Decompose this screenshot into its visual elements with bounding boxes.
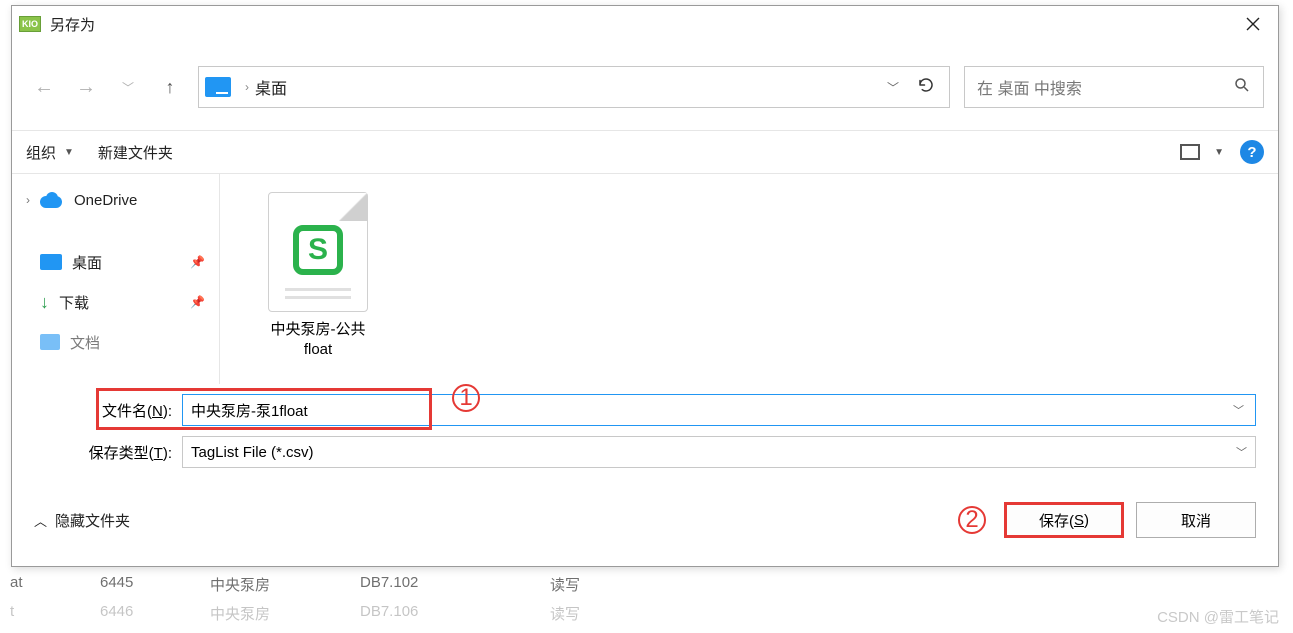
- save-as-dialog: KIO 另存为 ← → ﹀ ↑ › 桌面 ﹀ 在 桌面 中搜索 组织: [11, 5, 1279, 567]
- expand-icon[interactable]: ›: [26, 193, 40, 207]
- chevron-down-icon[interactable]: ﹀: [1233, 402, 1244, 418]
- new-folder-label: 新建文件夹: [98, 142, 173, 163]
- sidebar-item-desktop[interactable]: 桌面 📌: [12, 242, 219, 282]
- cell: 读写: [550, 603, 610, 624]
- cell: at: [10, 574, 50, 595]
- organize-label: 组织: [26, 142, 56, 163]
- download-icon: ↓: [40, 292, 49, 313]
- annotation-1: 1: [452, 384, 480, 412]
- breadcrumb-location[interactable]: 桌面: [255, 75, 287, 99]
- onedrive-icon: [40, 192, 64, 208]
- sidebar-item-onedrive[interactable]: › OneDrive: [12, 180, 219, 220]
- sidebar-label: 下载: [59, 292, 89, 313]
- desktop-icon: [40, 254, 62, 270]
- table-row: t 6446 中央泵房 DB7.106 读写: [0, 599, 1293, 628]
- filetype-label: 保存类型(T):: [82, 442, 182, 463]
- refresh-icon: [917, 76, 935, 94]
- cell: 中央泵房: [210, 603, 310, 624]
- filename-input[interactable]: [182, 394, 1256, 426]
- cell: DB7.106: [360, 603, 500, 624]
- cancel-label: 取消: [1181, 510, 1211, 531]
- hide-folders-label: 隐藏文件夹: [55, 510, 130, 531]
- search-placeholder: 在 桌面 中搜索: [977, 75, 1082, 99]
- up-button[interactable]: ↑: [152, 69, 188, 105]
- pin-icon: 📌: [190, 295, 205, 309]
- file-item[interactable]: S 中央泵房-公共 float: [248, 192, 388, 359]
- breadcrumb-sep: ›: [245, 80, 249, 94]
- hide-folders-button[interactable]: ︿ 隐藏文件夹: [34, 510, 130, 531]
- save-button[interactable]: 保存(S): [1004, 502, 1124, 538]
- form-area: 1 文件名(N): ﹀ 保存类型(T): TagList File (*.csv…: [12, 384, 1278, 484]
- cancel-button[interactable]: 取消: [1136, 502, 1256, 538]
- chevron-down-icon: ▼: [64, 147, 74, 158]
- new-folder-button[interactable]: 新建文件夹: [98, 142, 173, 163]
- forward-button[interactable]: →: [68, 69, 104, 105]
- cell: 6446: [100, 603, 160, 624]
- address-bar[interactable]: › 桌面 ﹀: [198, 66, 950, 108]
- recent-dropdown[interactable]: ﹀: [110, 69, 146, 105]
- desktop-icon: [205, 77, 231, 97]
- search-icon[interactable]: [1233, 76, 1251, 99]
- filetype-value: TagList File (*.csv): [191, 444, 314, 461]
- footer: ︿ 隐藏文件夹 2 保存(S) 取消: [12, 484, 1278, 544]
- filename-label: 文件名(N):: [82, 400, 182, 421]
- back-button[interactable]: ←: [26, 69, 62, 105]
- table-row: at 6445 中央泵房 DB7.102 读写: [0, 570, 1293, 599]
- body-area: › OneDrive 桌面 📌 ↓ 下载 📌 文档: [12, 174, 1278, 384]
- sidebar: › OneDrive 桌面 📌 ↓ 下载 📌 文档: [12, 174, 220, 384]
- view-mode-button[interactable]: ▼: [1180, 144, 1224, 160]
- file-list[interactable]: S 中央泵房-公共 float: [220, 174, 1278, 384]
- pin-icon: 📌: [190, 255, 205, 269]
- address-drop-icon[interactable]: ﹀: [877, 79, 909, 96]
- organize-menu[interactable]: 组织 ▼: [26, 142, 74, 163]
- nav-bar: ← → ﹀ ↑ › 桌面 ﹀ 在 桌面 中搜索: [12, 58, 1278, 116]
- app-icon: KIO: [18, 14, 42, 34]
- sidebar-label: 文档: [70, 332, 100, 353]
- cell: 读写: [550, 574, 610, 595]
- annotation-2: 2: [958, 506, 986, 534]
- background-table: at 6445 中央泵房 DB7.102 读写 t 6446 中央泵房 DB7.…: [0, 570, 1293, 628]
- chevron-down-icon: ﹀: [1236, 444, 1247, 460]
- help-button[interactable]: ?: [1240, 140, 1264, 164]
- chevron-down-icon: ▼: [1214, 147, 1224, 158]
- refresh-button[interactable]: [909, 76, 943, 99]
- view-icon: [1180, 144, 1200, 160]
- file-label: 中央泵房-公共 float: [248, 320, 388, 359]
- csv-file-icon: S: [268, 192, 368, 312]
- window-title: 另存为: [50, 14, 1230, 35]
- cell: 中央泵房: [210, 574, 310, 595]
- sidebar-label: 桌面: [72, 252, 102, 273]
- filetype-select[interactable]: TagList File (*.csv) ﹀: [182, 436, 1256, 468]
- cell: 6445: [100, 574, 160, 595]
- document-icon: [40, 334, 60, 350]
- sidebar-item-documents[interactable]: 文档: [12, 322, 219, 362]
- close-button[interactable]: [1230, 8, 1276, 40]
- search-input[interactable]: 在 桌面 中搜索: [964, 66, 1264, 108]
- titlebar: KIO 另存为: [12, 6, 1278, 42]
- close-icon: [1246, 17, 1260, 31]
- chevron-up-icon: ︿: [34, 511, 47, 530]
- sidebar-label: OneDrive: [74, 192, 137, 209]
- watermark: CSDN @雷工笔记: [1157, 606, 1279, 627]
- toolbar: 组织 ▼ 新建文件夹 ▼ ?: [12, 130, 1278, 174]
- sidebar-item-downloads[interactable]: ↓ 下载 📌: [12, 282, 219, 322]
- cell: t: [10, 603, 50, 624]
- cell: DB7.102: [360, 574, 500, 595]
